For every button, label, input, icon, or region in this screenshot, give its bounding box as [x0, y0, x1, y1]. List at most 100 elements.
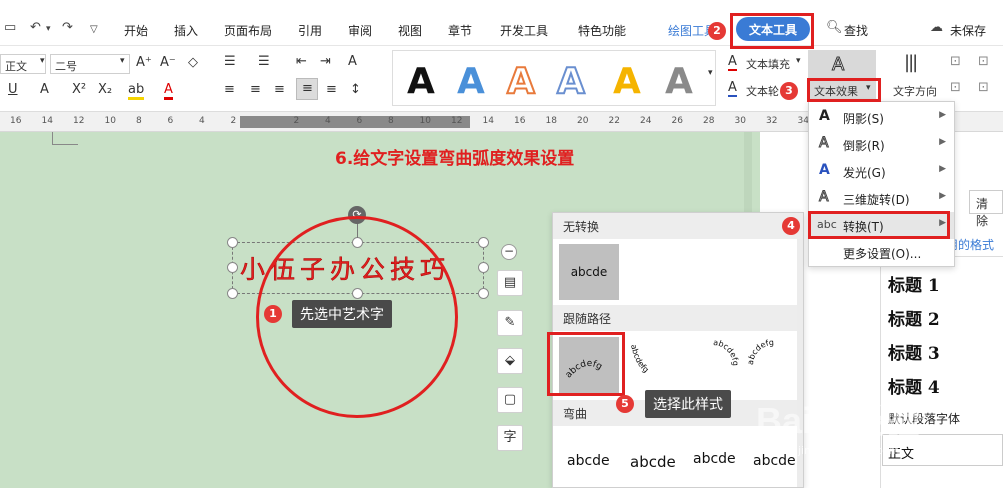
resize-handle-mr[interactable] [478, 262, 489, 273]
font-size-select[interactable]: 二号 [50, 54, 130, 74]
tab-developer[interactable]: 开发工具 [500, 22, 548, 39]
effect-reflection-item[interactable]: A 倒影(R) ▶ [809, 131, 954, 158]
text-direction-button[interactable]: 文字方向 [893, 83, 937, 99]
text-fill-icon[interactable]: A [728, 54, 737, 71]
style-blue-a[interactable]: A [457, 61, 485, 102]
numbered-list-icon[interactable]: ☰ [258, 54, 270, 69]
quick-access-dropdown-icon[interactable]: ▽ [90, 24, 98, 35]
tab-page-layout[interactable]: 页面布局 [224, 22, 272, 39]
text-direction-icon[interactable]: ||| [904, 52, 918, 73]
clear-format-icon[interactable]: ◇ [188, 55, 198, 70]
increase-indent-icon[interactable]: ⇥ [320, 54, 331, 69]
subscript-icon[interactable]: X₂ [98, 82, 112, 97]
resize-handle-tr[interactable] [478, 237, 489, 248]
style-yellow-a[interactable]: A [613, 61, 641, 102]
strikethrough-icon[interactable]: A [40, 82, 49, 97]
gallery-more-icon[interactable]: ▾ [708, 68, 713, 78]
effect-3d-rotation-item[interactable]: A 三维旋转(D) ▶ [809, 185, 954, 212]
style-heading-3[interactable]: 标题 3 [888, 339, 940, 364]
svg-text:abcdefg: abcdefg [746, 338, 774, 365]
decrease-font-icon[interactable]: A⁻ [160, 55, 176, 70]
resize-handle-br[interactable] [478, 288, 489, 299]
chinese-layout-icon[interactable]: A [348, 54, 357, 69]
highlight-box-step2 [730, 13, 814, 49]
text-outline-button[interactable]: 文本轮 [746, 83, 779, 99]
highlight-box-step5 [547, 332, 625, 396]
ruler-text-area [240, 116, 470, 128]
follow-path-circle-option[interactable]: abcdefg [685, 337, 741, 393]
arc-down-preview: abcdefg [629, 344, 650, 375]
tab-references[interactable]: 引用 [298, 22, 322, 39]
watermark-logo: Bai度经验 [756, 400, 921, 441]
follow-path-button-option[interactable]: abcdefg [745, 337, 801, 393]
text-box-2-icon[interactable]: ⊡ [978, 54, 989, 69]
align-left-icon[interactable]: ≡ [224, 82, 235, 97]
ruler-tick: 6 [167, 116, 174, 126]
align-center-icon[interactable]: ≡ [250, 82, 261, 97]
search-icon[interactable]: 🔍︎ [826, 20, 843, 35]
document-icon[interactable]: ▭ [4, 20, 16, 35]
page-corner-mark [52, 132, 53, 144]
style-heading-2[interactable]: 标题 2 [888, 305, 940, 330]
ruler-tick: 10 [104, 116, 116, 126]
tab-view[interactable]: 视图 [398, 22, 422, 39]
font-color-icon[interactable]: A [164, 82, 173, 100]
style-blue-outline-a[interactable]: A [556, 60, 586, 103]
tab-chapter[interactable]: 章节 [448, 22, 472, 39]
decrease-indent-icon[interactable]: ⇤ [296, 54, 307, 69]
style-black-a[interactable]: A [407, 61, 435, 102]
effect-3d-rotation-label: 三维旋转(D) [843, 193, 910, 207]
justify-button[interactable]: ≡ [296, 78, 318, 100]
pen-icon[interactable]: ✎ [497, 310, 523, 336]
text-box-3-icon[interactable]: ⊡ [950, 80, 961, 95]
resize-handle-bl[interactable] [227, 288, 238, 299]
tab-home[interactable]: 开始 [124, 22, 148, 39]
align-right-icon[interactable]: ≡ [274, 82, 285, 97]
layout-options-icon[interactable]: ▤ [497, 270, 523, 296]
no-transform-option[interactable]: abcde [559, 244, 619, 300]
collapse-icon[interactable]: − [501, 244, 517, 260]
bullet-list-icon[interactable]: ☰ [224, 54, 236, 69]
increase-font-icon[interactable]: A⁺ [136, 55, 152, 70]
ruler-tick: 8 [388, 116, 394, 126]
tab-review[interactable]: 审阅 [348, 22, 372, 39]
unsaved-status[interactable]: 未保存 [950, 22, 986, 39]
distributed-icon[interactable]: ≡ [326, 82, 337, 97]
text-box-4-icon[interactable]: ⊡ [978, 80, 989, 95]
text-char-icon[interactable]: 字 [497, 425, 523, 451]
redo-icon[interactable]: ↷ [62, 20, 73, 35]
style-heading-1[interactable]: 标题 1 [888, 271, 940, 296]
fill-bucket-icon[interactable]: ⬙ [497, 348, 523, 374]
text-box-icon[interactable]: ⊡ [950, 54, 961, 69]
effect-glow-item[interactable]: A 发光(G) ▶ [809, 158, 954, 185]
undo-dropdown-icon[interactable]: ▾ [46, 24, 51, 34]
warp-option-3[interactable]: abcde [693, 451, 736, 467]
warp-option-4[interactable]: abcde [753, 453, 796, 469]
font-size-dropdown-icon[interactable]: ▾ [120, 56, 125, 66]
outline-icon[interactable]: ▢ [497, 387, 523, 413]
effect-shadow-item[interactable]: A 阴影(S) ▶ [809, 104, 954, 131]
style-orange-outline-a[interactable]: A [506, 60, 536, 103]
clear-format-button[interactable]: 清除 [969, 190, 1003, 228]
text-fill-button[interactable]: 文本填充 [746, 56, 790, 72]
style-gray-a[interactable]: A [665, 61, 693, 102]
follow-path-arc-down-option[interactable]: abcdefg [625, 341, 681, 391]
tab-special-features[interactable]: 特色功能 [578, 22, 626, 39]
underline-icon[interactable]: U [8, 82, 18, 97]
warp-option-2[interactable]: abcde [630, 453, 676, 471]
line-spacing-icon[interactable]: ↕ [350, 82, 361, 97]
superscript-icon[interactable]: X² [72, 82, 86, 97]
highlight-icon[interactable]: ab [128, 82, 145, 100]
tab-insert[interactable]: 插入 [174, 22, 198, 39]
effect-more-settings-item[interactable]: 更多设置(O)... [809, 239, 954, 266]
font-name-dropdown-icon[interactable]: ▾ [40, 56, 45, 66]
rotate3d-a-icon: A [819, 189, 830, 206]
search-label[interactable]: 查找 [844, 22, 868, 39]
text-fill-dropdown-icon[interactable]: ▾ [796, 56, 801, 66]
warp-option-1[interactable]: abcde [567, 453, 610, 469]
resize-handle-ml[interactable] [227, 262, 238, 273]
undo-icon[interactable]: ↶ [30, 20, 41, 35]
text-outline-icon[interactable]: A [728, 80, 737, 97]
effect-glow-label: 发光(G) [843, 166, 886, 180]
resize-handle-tl[interactable] [227, 237, 238, 248]
